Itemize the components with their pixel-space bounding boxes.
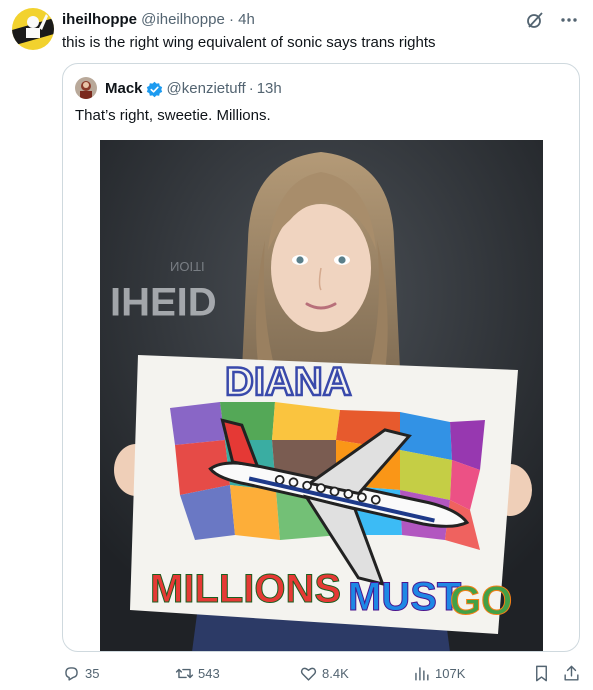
reply-count: 35 xyxy=(85,666,100,681)
quoted-tweet-image[interactable]: IHEID NOITI DIANA MILLIONS MUST GO xyxy=(100,140,543,651)
tweet: iheilhoppe @iheilhoppe · 4h this is the … xyxy=(0,0,593,690)
tweet-text: this is the right wing equivalent of son… xyxy=(62,34,436,51)
quoted-tweet-text: That’s right, sweetie. Millions. xyxy=(75,107,271,124)
sign-name: DIANA xyxy=(225,360,352,404)
bookmark-icon xyxy=(536,665,547,682)
reply-icon xyxy=(65,667,78,681)
heart-icon xyxy=(300,667,317,681)
quoted-author-name[interactable]: Mack xyxy=(105,80,143,98)
tweet-header: iheilhoppe @iheilhoppe · 4h xyxy=(62,11,255,29)
quoted-author-avatar[interactable] xyxy=(75,77,97,99)
sign-line-2: MUST xyxy=(348,575,461,619)
backdrop-text: IHEID xyxy=(110,279,217,323)
reply-button[interactable]: 35 xyxy=(62,664,99,683)
quoted-author-handle[interactable]: @kenzietuff xyxy=(167,80,246,98)
separator-dot: · xyxy=(228,11,234,28)
repost-icon xyxy=(175,668,194,679)
verified-badge-icon xyxy=(146,81,163,98)
author-avatar[interactable] xyxy=(12,8,54,50)
quoted-tweet-time[interactable]: 13h xyxy=(257,80,282,98)
separator-dot: · xyxy=(248,80,254,97)
repost-count: 543 xyxy=(198,666,220,681)
share-button[interactable] xyxy=(562,664,581,683)
quoted-tweet[interactable]: Mack @kenzietuff · 13h That’s right, swe… xyxy=(62,63,580,652)
share-icon xyxy=(564,665,579,681)
held-sign: DIANA MILLIONS MUST GO xyxy=(130,355,518,634)
author-name[interactable]: iheilhoppe xyxy=(62,11,137,28)
repost-button[interactable]: 543 xyxy=(175,664,220,683)
like-button[interactable]: 8.4K xyxy=(299,664,349,683)
quoted-header: Mack @kenzietuff · 13h xyxy=(105,80,282,98)
top-actions xyxy=(525,10,579,30)
backdrop-small-text: NOITI xyxy=(170,259,205,274)
tweet-time[interactable]: 4h xyxy=(238,11,255,28)
action-bar: 35 543 8.4K 107K xyxy=(62,662,582,686)
views-count: 107K xyxy=(435,666,466,681)
author-handle[interactable]: @iheilhoppe xyxy=(141,11,225,28)
grok-icon[interactable] xyxy=(525,10,545,30)
views-icon xyxy=(415,667,429,681)
views-button[interactable]: 107K xyxy=(412,664,465,683)
like-count: 8.4K xyxy=(322,666,349,681)
bookmark-button[interactable] xyxy=(532,664,551,683)
more-icon[interactable] xyxy=(559,10,579,30)
sign-line-1: MILLIONS xyxy=(150,567,341,611)
sign-line-3: GO xyxy=(450,579,512,623)
